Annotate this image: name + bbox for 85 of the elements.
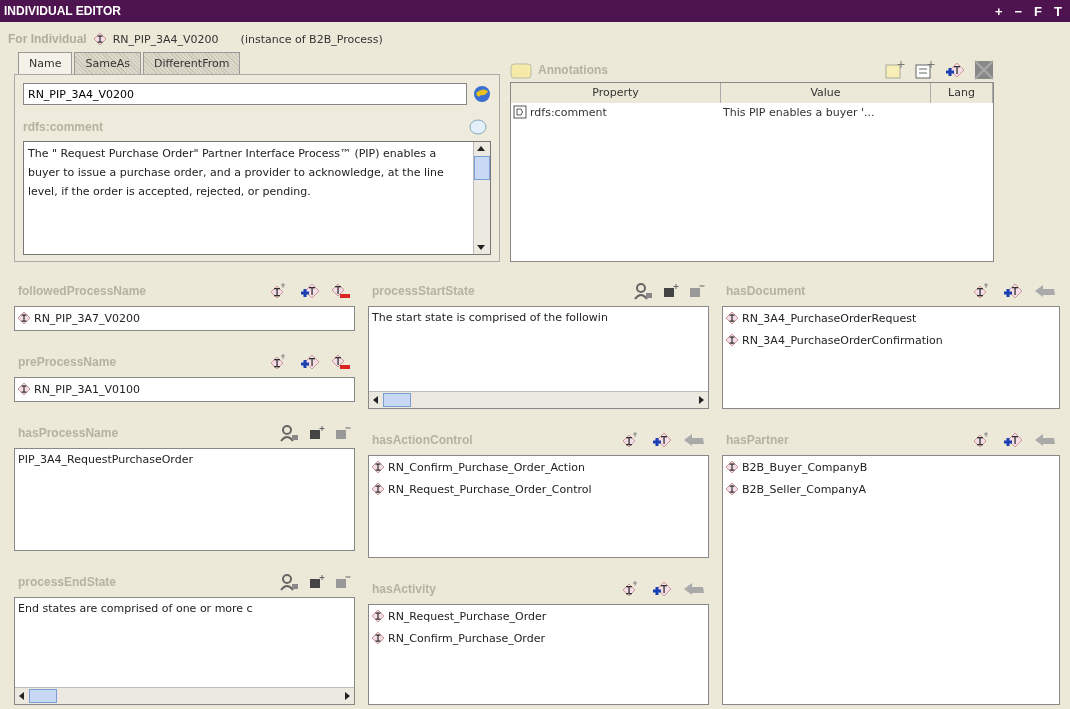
- list-item[interactable]: RN_3A4_PurchaseOrderRequest: [723, 307, 1059, 329]
- list-item[interactable]: RN_Confirm_Purchase_Order: [369, 627, 708, 649]
- table-delete-icon[interactable]: [974, 60, 994, 80]
- window-control-button[interactable]: −: [1012, 3, 1025, 19]
- column-header[interactable]: Value: [721, 83, 931, 103]
- instance-plus-icon[interactable]: [1002, 431, 1024, 449]
- window-control-button[interactable]: T: [1052, 3, 1064, 19]
- text-area[interactable]: The start state is comprised of the followin: [368, 306, 709, 409]
- instance-plus-icon[interactable]: [1002, 282, 1024, 300]
- square-add-icon[interactable]: [309, 574, 325, 590]
- individual-name: RN_PIP_3A4_V0200: [112, 32, 219, 46]
- globe-icon[interactable]: [473, 85, 491, 103]
- horizontal-scrollbar[interactable]: [369, 391, 708, 408]
- table-cell-text: This PIP enables a buyer '...: [722, 105, 876, 119]
- property-label: processEndState: [18, 575, 117, 589]
- tab[interactable]: Name: [18, 52, 73, 74]
- property-label: preProcessName: [18, 355, 117, 369]
- horizontal-scrollbar[interactable]: [15, 687, 354, 704]
- instance-icon: [371, 482, 385, 496]
- property-label: processStartState: [372, 284, 475, 298]
- property-label: hasDocument: [726, 284, 806, 298]
- vertical-scrollbar[interactable]: [473, 142, 490, 254]
- instance-icon: [725, 482, 739, 496]
- property-label: hasPartner: [726, 433, 789, 447]
- instance-plus-icon[interactable]: [299, 282, 321, 300]
- comment-label: rdfs:comment: [23, 120, 103, 134]
- property-label: hasProcessName: [18, 426, 119, 440]
- person-icon[interactable]: [279, 424, 299, 442]
- square-add-icon[interactable]: [663, 283, 679, 299]
- list-item[interactable]: RN_3A4_PurchaseOrderConfirmation: [723, 329, 1059, 351]
- instance-icon: [17, 311, 31, 325]
- instance-icon: [17, 382, 31, 396]
- text-area[interactable]: End states are comprised of one or more c: [14, 597, 355, 705]
- scrollbar-thumb[interactable]: [29, 689, 57, 703]
- individual-label: For Individual: [8, 32, 87, 46]
- list-item[interactable]: B2B_Buyer_CompanyB: [723, 456, 1059, 478]
- text-value: PIP_3A4_RequestPurchaseOrder: [17, 452, 194, 468]
- column-header[interactable]: Property: [511, 83, 721, 103]
- property-label: followedProcessName: [18, 284, 147, 298]
- instance-icon: [371, 631, 385, 645]
- annotations-label: Annotations: [538, 63, 608, 77]
- person-icon[interactable]: [633, 282, 653, 300]
- document-icon: [513, 105, 527, 119]
- value-field[interactable]: RN_PIP_3A7_V0200: [14, 306, 355, 331]
- instance-icon: [371, 609, 385, 623]
- instance-name: RN_PIP_3A1_V0100: [34, 382, 140, 396]
- list-item[interactable]: B2B_Seller_CompanyA: [723, 478, 1059, 500]
- window-control-button[interactable]: +: [992, 3, 1005, 19]
- instance-icon: [371, 460, 385, 474]
- scrollbar-thumb[interactable]: [474, 156, 490, 180]
- list-item[interactable]: RN_Request_Purchase_Order: [369, 605, 708, 627]
- instance-plus-icon[interactable]: [651, 431, 673, 449]
- instance-icon: [725, 311, 739, 325]
- square-add-icon[interactable]: [309, 425, 325, 441]
- text-area[interactable]: PIP_3A4_RequestPurchaseOrder: [14, 448, 355, 551]
- property-label: hasActivity: [372, 582, 437, 596]
- person-icon[interactable]: [279, 573, 299, 591]
- instance-icon: [92, 32, 107, 46]
- column-header[interactable]: Lang: [931, 83, 993, 103]
- instance-remove-icon[interactable]: [331, 282, 351, 300]
- instance-icon: [725, 333, 739, 347]
- list-item[interactable]: RN_Confirm_Purchase_Order_Action: [369, 456, 708, 478]
- instance-icon: [725, 460, 739, 474]
- name-input-field[interactable]: RN_PIP_3A4_V0200: [23, 83, 467, 105]
- table-cell: rdfs:comment: [530, 105, 607, 119]
- instance-plus-icon[interactable]: [944, 61, 966, 79]
- instance-plus-icon[interactable]: [651, 580, 673, 598]
- window-title: INDIVIDUAL EDITOR: [4, 4, 121, 18]
- instance-name: RN_PIP_3A7_V0200: [34, 311, 140, 325]
- window-control-button[interactable]: F: [1032, 3, 1045, 19]
- tab[interactable]: SameAs: [74, 52, 141, 74]
- tab[interactable]: DifferentFrom: [142, 52, 241, 74]
- value-field[interactable]: RN_PIP_3A1_V0100: [14, 377, 355, 402]
- scrollbar-thumb[interactable]: [383, 393, 411, 407]
- comment-text-area[interactable]: [23, 141, 491, 255]
- text-value: The start state is comprised of the followin: [371, 310, 609, 326]
- property-label: hasActionControl: [372, 433, 473, 447]
- instance-remove-icon[interactable]: [331, 353, 351, 371]
- list-item[interactable]: RN_Request_Purchase_Order_Control: [369, 478, 708, 500]
- comment-text: The " Request Purchase Order" Partner Interface Process™ (PIP) enables a buyer to issue a purchase order, and a provider to acknowledge, at the line level, if the order is accepted, rejected, or pending.: [27, 146, 445, 200]
- instance-plus-icon[interactable]: [299, 353, 321, 371]
- instance-type-note: (instance of B2B_Process): [240, 32, 383, 46]
- text-value: End states are comprised of one or more c: [17, 601, 254, 617]
- data-add-icon[interactable]: [914, 60, 936, 80]
- folder-icon: [510, 61, 532, 79]
